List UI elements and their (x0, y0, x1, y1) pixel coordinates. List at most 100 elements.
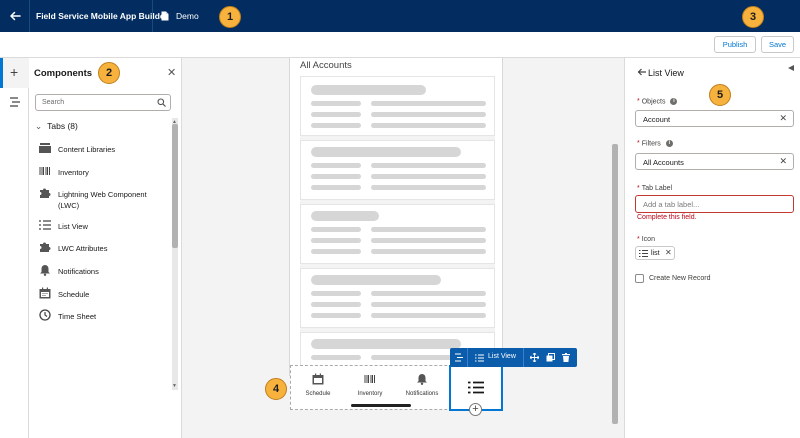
component-item-lwc-attributes[interactable]: LWC Attributes (39, 241, 159, 255)
callout-badge: 3 (742, 6, 764, 28)
mobile-tab-bar: Schedule Inventory Notifications + (290, 365, 503, 416)
component-item-label: Inventory (58, 168, 89, 177)
tab-bar-item-notifications[interactable]: Notifications (397, 373, 447, 397)
tab-bar-item-label: Schedule (305, 391, 331, 397)
component-item-label: List View (58, 222, 88, 231)
component-item-label: Schedule (58, 290, 90, 299)
icon-pill[interactable]: list ✕ (635, 246, 675, 260)
component-item-list-view[interactable]: List View (39, 219, 159, 233)
phone-preview: All Accounts (289, 58, 503, 376)
components-panel: Components ✕ Search ⌄ Tabs (8) Content Li… (29, 58, 182, 438)
callout-badge: 2 (98, 62, 120, 84)
screen-title: All Accounts (300, 60, 352, 71)
barcode-icon (364, 375, 375, 383)
outline-list-icon[interactable] (9, 96, 21, 108)
drag-handle[interactable] (450, 348, 468, 367)
move-icon[interactable] (530, 353, 539, 362)
header-divider (29, 0, 30, 32)
remove-icon[interactable]: ✕ (665, 248, 672, 257)
components-scrollbar-thumb[interactable] (172, 124, 178, 248)
document-name: Demo (176, 11, 199, 21)
bell-icon (417, 374, 427, 385)
header-divider (152, 0, 153, 32)
barcode-icon (39, 167, 50, 175)
outline-list-icon (455, 353, 463, 362)
selected-tab-toolbar: List View (450, 348, 577, 367)
scroll-down-arrow-icon[interactable]: ▼ (172, 383, 177, 389)
back-arrow-icon[interactable] (637, 67, 647, 77)
canvas-scrollbar[interactable] (612, 144, 618, 424)
component-item-label: Time Sheet (58, 312, 97, 321)
create-new-record-checkbox[interactable] (635, 274, 644, 283)
component-item-notifications[interactable]: Notifications (39, 264, 159, 278)
skeleton-card (300, 204, 495, 264)
callout-badge: 4 (265, 378, 287, 400)
properties-panel: List View * Objects i Account ✕ * Filters i … (624, 58, 800, 438)
puzzle-icon (40, 242, 51, 252)
delete-icon[interactable] (562, 353, 570, 362)
objects-field[interactable]: Account ✕ (635, 110, 794, 127)
objects-label: * Objects i (637, 98, 678, 105)
document-icon (161, 11, 169, 21)
icon-label: * Icon (637, 236, 655, 243)
tab-label-input[interactable]: Add a tab label... (635, 195, 794, 213)
filters-label: * Filters i (637, 140, 673, 147)
puzzle-icon (40, 188, 51, 198)
tab-bar-item-label: Notifications (405, 391, 439, 397)
component-item-schedule[interactable]: Schedule (39, 287, 159, 301)
publish-button[interactable]: Publish (714, 36, 756, 53)
callout-badge: 1 (219, 6, 241, 28)
component-item-inventory[interactable]: Inventory (39, 165, 159, 179)
clear-icon[interactable]: ✕ (779, 156, 787, 167)
bell-icon (40, 265, 50, 276)
back-arrow-icon[interactable] (8, 9, 22, 23)
content-libraries-icon (39, 143, 51, 153)
filters-field[interactable]: All Accounts ✕ (635, 153, 794, 170)
tab-bar-item-label: Inventory (357, 391, 383, 397)
objects-value: Account (643, 115, 671, 124)
left-rail: + (0, 58, 29, 438)
add-tab-plus-icon[interactable]: + (469, 403, 482, 416)
builder-canvas: All Accounts Schedule Inventory Notifica… (182, 58, 624, 438)
icon-pill-label: list (651, 250, 660, 257)
tab-label-placeholder: Add a tab label... (643, 200, 700, 209)
chevron-down-icon: ⌄ (35, 121, 43, 131)
duplicate-icon[interactable] (546, 353, 555, 362)
create-new-record-label: Create New Record (649, 275, 711, 282)
calendar-icon (312, 373, 324, 385)
builder-toolbar: Publish Save (0, 32, 800, 58)
list-icon (39, 220, 51, 230)
list-icon (639, 250, 648, 257)
scroll-up-arrow-icon[interactable]: ▲ (172, 119, 177, 125)
add-components-tab[interactable]: + (0, 58, 29, 88)
tab-bar-item-schedule[interactable]: Schedule (293, 373, 343, 397)
save-button[interactable]: Save (761, 36, 794, 53)
plus-icon: + (10, 64, 19, 80)
skeleton-card (300, 268, 495, 328)
tab-label-error: Complete this field. (637, 214, 697, 221)
tab-bar-item-inventory[interactable]: Inventory (345, 373, 395, 397)
app-title: Field Service Mobile App Builder (36, 11, 168, 21)
component-item-label: LWC Attributes (58, 244, 108, 253)
collapse-arrow-icon[interactable] (788, 65, 794, 71)
list-preview (300, 76, 495, 376)
clear-icon[interactable]: ✕ (779, 113, 787, 124)
component-item-label: Content Libraries (58, 145, 116, 154)
component-item-time-sheet[interactable]: Time Sheet (39, 309, 159, 323)
search-icon (157, 98, 166, 107)
search-input[interactable]: Search (35, 94, 171, 111)
clock-icon (39, 309, 51, 321)
toolbar-label-segment (468, 348, 524, 367)
calendar-icon (39, 287, 51, 299)
component-item-lwc[interactable]: Lightning Web Component (LWC) (39, 187, 164, 211)
close-icon[interactable]: ✕ (167, 66, 176, 79)
tabs-group-toggle[interactable]: ⌄ Tabs (8) (35, 121, 78, 132)
tabs-group-label: Tabs (8) (47, 121, 78, 131)
app-header: Field Service Mobile App Builder Demo (0, 0, 800, 32)
component-item-content-libraries[interactable]: Content Libraries (39, 142, 159, 156)
component-item-label: Lightning Web Component (LWC) (58, 190, 147, 210)
callout-badge: 5 (709, 84, 731, 106)
skeleton-card (300, 76, 495, 136)
components-title: Components (34, 68, 93, 79)
search-placeholder: Search (42, 99, 65, 106)
